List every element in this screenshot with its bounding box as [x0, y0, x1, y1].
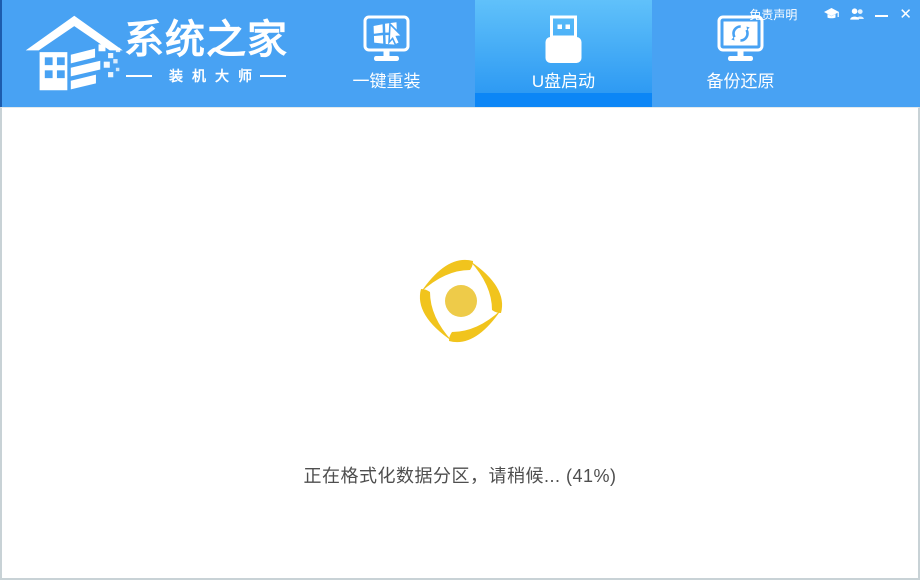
app-logo: 系统之家 装机大师 [24, 6, 288, 100]
app-window: 系统之家 装机大师 一键重装 U盘启动 备份还原 免责声明 ✕ 正在格式化数据分… [0, 0, 920, 580]
tab-label: 备份还原 [706, 72, 775, 91]
loading-spinner-icon [419, 259, 503, 343]
tab-usb-boot[interactable]: U盘启动 [475, 0, 652, 107]
disclaimer-link[interactable]: 免责声明 [749, 6, 797, 23]
tab-onekey-reinstall[interactable]: 一键重装 [298, 0, 475, 107]
window-controls: 免责声明 ✕ [749, 5, 912, 23]
logo-text: 系统之家 装机大师 [124, 20, 288, 86]
house-logo-icon [25, 15, 123, 91]
status-text: 正在格式化数据分区，请稍候... (41%) [303, 466, 617, 486]
content-area: 正在格式化数据分区，请稍候... (41%) [0, 107, 920, 580]
users-icon[interactable] [849, 7, 866, 22]
usb-drive-icon [545, 15, 582, 63]
minimize-button[interactable] [875, 7, 889, 22]
tab-label: 一键重装 [352, 72, 421, 91]
monitor-windows-icon [363, 15, 410, 61]
logo-title: 系统之家 [124, 18, 288, 62]
graduation-cap-icon[interactable] [823, 7, 840, 22]
close-button[interactable]: ✕ [899, 7, 912, 22]
tab-label: U盘启动 [531, 72, 596, 91]
app-header: 系统之家 装机大师 一键重装 U盘启动 备份还原 免责声明 ✕ [0, 0, 920, 107]
logo-subtitle: 装机大师 [124, 66, 288, 86]
